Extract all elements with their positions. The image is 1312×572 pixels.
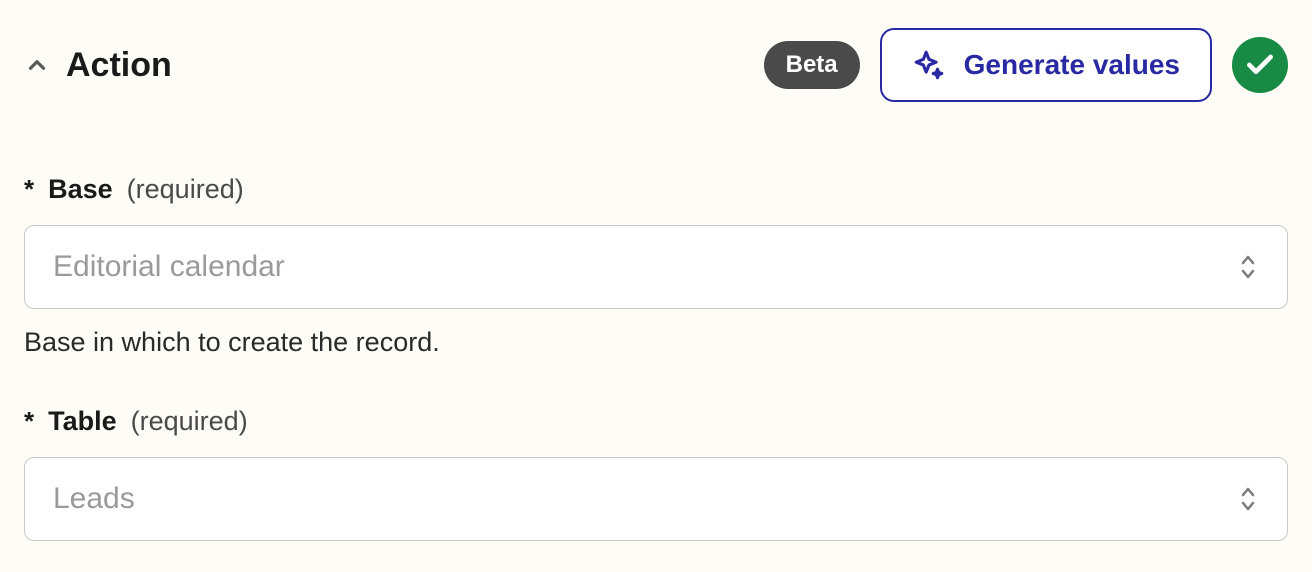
check-icon <box>1244 49 1276 81</box>
required-asterisk: * <box>24 406 34 437</box>
status-ok-badge <box>1232 37 1288 93</box>
field-label: Base <box>48 174 113 205</box>
base-help-text: Base in which to create the record. <box>24 327 1288 358</box>
field-label-row: * Base (required) <box>24 174 1288 205</box>
header-right: Beta Generate values <box>764 28 1288 102</box>
table-select[interactable]: Leads <box>24 457 1288 541</box>
chevron-up-icon[interactable] <box>24 52 50 78</box>
section-title: Action <box>66 46 172 85</box>
generate-values-button[interactable]: Generate values <box>880 28 1212 102</box>
field-label-row: * Table (required) <box>24 406 1288 437</box>
header-left: Action <box>24 46 172 85</box>
required-asterisk: * <box>24 174 34 205</box>
required-hint: (required) <box>131 406 248 437</box>
select-arrows-icon <box>1237 253 1259 281</box>
select-arrows-icon <box>1237 485 1259 513</box>
table-select-value: Leads <box>53 482 135 516</box>
required-hint: (required) <box>127 174 244 205</box>
section-header: Action Beta Generate values <box>24 28 1288 102</box>
base-select[interactable]: Editorial calendar <box>24 225 1288 309</box>
sparkle-icon <box>912 48 946 82</box>
generate-values-label: Generate values <box>964 49 1180 81</box>
field-label: Table <box>48 406 117 437</box>
beta-badge: Beta <box>764 41 860 89</box>
field-table: * Table (required) Leads <box>24 406 1288 541</box>
field-base: * Base (required) Editorial calendar Bas… <box>24 174 1288 358</box>
base-select-value: Editorial calendar <box>53 250 285 284</box>
